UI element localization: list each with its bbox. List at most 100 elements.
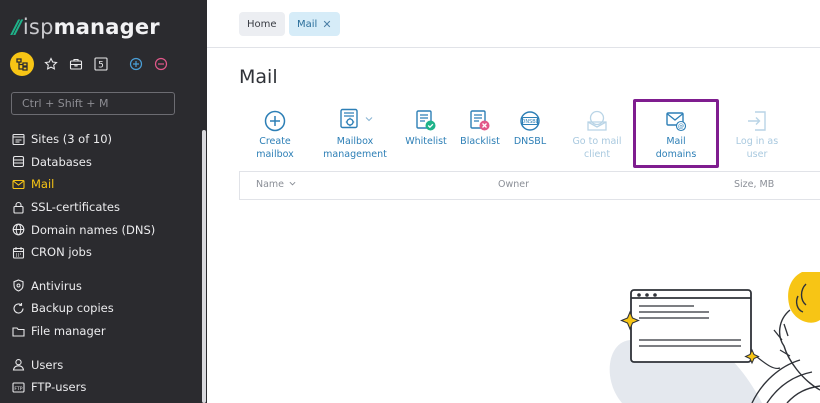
dnsbl-icon: DNSBL bbox=[520, 111, 540, 131]
login-icon bbox=[748, 111, 766, 131]
sidebar-item-label: Backup copies bbox=[31, 301, 114, 316]
database-icon bbox=[11, 155, 25, 169]
tasks-button[interactable] bbox=[67, 55, 85, 73]
sidebar-nav: Sites (3 of 10) Databases Mail SSL-certi… bbox=[0, 128, 200, 399]
blacklist-icon bbox=[470, 110, 490, 131]
create-mailbox-button[interactable]: Create mailbox bbox=[250, 108, 300, 161]
favorites-button[interactable] bbox=[42, 55, 60, 73]
mailbox-settings-icon bbox=[339, 108, 358, 129]
sidebar-item-label: Mail bbox=[31, 177, 55, 192]
sidebar: // ispmanager 5 Sites (3 of 10) bbox=[0, 0, 207, 403]
sidebar-item-label: Antivirus bbox=[31, 278, 82, 293]
globe-page-icon bbox=[11, 132, 25, 146]
svg-text:FTP: FTP bbox=[14, 386, 22, 392]
sidebar-item-label: File manager bbox=[31, 324, 106, 339]
sidebar-item-users[interactable]: Users bbox=[0, 353, 200, 376]
shield-icon bbox=[11, 279, 25, 293]
blacklist-label: Blacklist bbox=[460, 136, 500, 147]
column-header-label: Name bbox=[256, 179, 285, 190]
top-bar: Home Mail ✕ bbox=[207, 0, 820, 48]
user-icon bbox=[11, 358, 25, 372]
globe-icon bbox=[11, 223, 25, 237]
counter-box-icon: 5 bbox=[94, 57, 108, 71]
log-in-as-user-label-line1: Log in as bbox=[735, 136, 779, 147]
page-title: Mail bbox=[239, 66, 278, 88]
go-to-mail-client-label-line1: Go to mail bbox=[572, 136, 622, 147]
create-mailbox-label-line1: Create bbox=[259, 136, 291, 147]
expand-button[interactable] bbox=[127, 55, 145, 73]
tab-home[interactable]: Home bbox=[239, 12, 285, 36]
sidebar-item-label: FTP-users bbox=[31, 380, 87, 395]
site-tree-button[interactable] bbox=[10, 52, 34, 76]
star-icon bbox=[44, 57, 58, 70]
blacklist-button[interactable]: Blacklist bbox=[457, 108, 503, 149]
menu-search-input[interactable] bbox=[11, 92, 175, 115]
calendar-icon bbox=[11, 245, 25, 259]
column-header-label: Owner bbox=[498, 179, 530, 190]
column-header-size[interactable]: Size, MB bbox=[734, 179, 774, 190]
whitelist-button[interactable]: Whitelist bbox=[403, 108, 449, 149]
go-to-mail-client-label-line2: client bbox=[583, 148, 611, 160]
sidebar-item-ftp-users[interactable]: FTP FTP-users bbox=[0, 376, 200, 399]
dnsbl-label: DNSBL bbox=[513, 136, 547, 147]
mail-client-icon bbox=[587, 110, 607, 131]
logo-text-regular: isp bbox=[22, 15, 54, 39]
briefcase-icon bbox=[69, 58, 83, 70]
logo-mark-icon: // bbox=[12, 16, 22, 38]
sidebar-item-ssl-certificates[interactable]: SSL-certificates bbox=[0, 196, 200, 219]
table-header: Name Owner Size, MB bbox=[239, 171, 820, 200]
sidebar-item-label: Domain names (DNS) bbox=[31, 222, 156, 237]
sidebar-item-label: CRON jobs bbox=[31, 245, 92, 260]
sidebar-item-cron-jobs[interactable]: CRON jobs bbox=[0, 241, 200, 264]
sidebar-item-antivirus[interactable]: Antivirus bbox=[0, 275, 200, 298]
sidebar-item-mail[interactable]: Mail bbox=[0, 173, 200, 196]
counter-button[interactable]: 5 bbox=[92, 55, 110, 73]
app-logo[interactable]: // ispmanager bbox=[12, 14, 160, 40]
go-to-mail-client-button[interactable]: Go to mail client bbox=[569, 108, 625, 161]
whitelist-icon bbox=[416, 110, 436, 131]
collapse-button[interactable] bbox=[152, 55, 170, 73]
svg-text:DNSBL: DNSBL bbox=[522, 119, 539, 125]
create-mailbox-label-line2: mailbox bbox=[256, 148, 294, 160]
tab-label: Home bbox=[247, 18, 277, 30]
plus-circle-icon bbox=[264, 110, 286, 132]
envelope-icon bbox=[11, 177, 25, 191]
refresh-icon bbox=[11, 301, 25, 315]
log-in-as-user-label-line2: user bbox=[746, 148, 768, 160]
mailbox-management-label-line2: management bbox=[323, 148, 387, 160]
folder-icon bbox=[11, 324, 25, 338]
dnsbl-button[interactable]: DNSBL DNSBL bbox=[510, 108, 550, 149]
column-header-label: Size, MB bbox=[734, 179, 775, 190]
counter-value: 5 bbox=[98, 61, 104, 71]
sidebar-item-label: Databases bbox=[31, 154, 92, 169]
tab-mail[interactable]: Mail ✕ bbox=[289, 12, 340, 36]
sidebar-item-label: Users bbox=[31, 357, 64, 372]
lock-icon bbox=[11, 200, 25, 214]
quick-toolbar: 5 bbox=[10, 52, 177, 76]
sidebar-item-dns[interactable]: Domain names (DNS) bbox=[0, 218, 200, 241]
plus-circle-icon bbox=[129, 57, 143, 71]
sidebar-item-backup-copies[interactable]: Backup copies bbox=[0, 297, 200, 320]
log-in-as-user-button[interactable]: Log in as user bbox=[733, 108, 781, 161]
whitelist-label: Whitelist bbox=[405, 136, 447, 147]
sidebar-item-file-manager[interactable]: File manager bbox=[0, 320, 200, 343]
sort-chevron-down-icon bbox=[289, 181, 296, 186]
column-header-owner[interactable]: Owner bbox=[498, 179, 529, 190]
sidebar-item-sites[interactable]: Sites (3 of 10) bbox=[0, 128, 200, 151]
logo-text-bold: manager bbox=[53, 15, 160, 39]
column-header-name[interactable]: Name bbox=[256, 179, 296, 190]
close-icon[interactable]: ✕ bbox=[322, 18, 331, 31]
site-tree-icon bbox=[16, 58, 28, 71]
ftp-icon: FTP bbox=[11, 380, 25, 394]
mailbox-management-label-line1: Mailbox bbox=[336, 136, 374, 147]
sidebar-scrollbar[interactable] bbox=[202, 130, 206, 403]
sidebar-item-label: SSL-certificates bbox=[31, 200, 120, 215]
chevron-down-icon bbox=[365, 117, 372, 122]
mail-domains-highlight-frame bbox=[633, 99, 719, 168]
sidebar-item-label: Sites (3 of 10) bbox=[31, 132, 113, 147]
mailbox-management-button[interactable]: Mailbox management bbox=[322, 108, 388, 161]
minus-circle-icon bbox=[154, 57, 168, 71]
sidebar-item-databases[interactable]: Databases bbox=[0, 151, 200, 174]
empty-state-illustration bbox=[609, 272, 820, 403]
tab-label: Mail bbox=[297, 18, 318, 30]
